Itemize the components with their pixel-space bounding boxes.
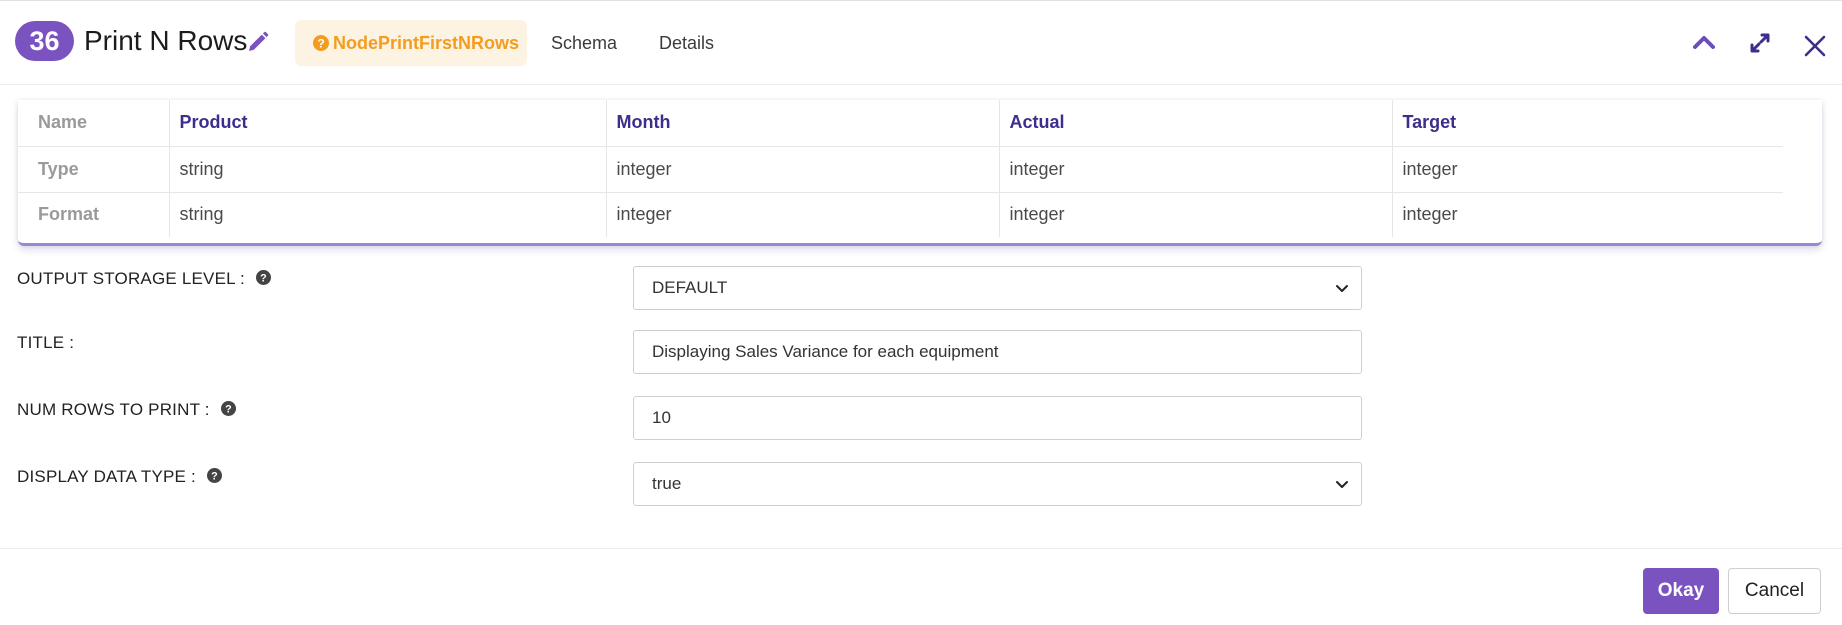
column-format-product: string (168, 192, 606, 237)
question-circle-icon: ? (313, 35, 329, 51)
row-label-type: Type (18, 146, 169, 193)
cancel-button[interactable]: Cancel (1728, 568, 1821, 614)
node-number-badge: 36 (15, 21, 74, 61)
tab-details[interactable]: Details (659, 20, 714, 66)
column-type-product: string (168, 146, 606, 193)
pencil-icon[interactable] (246, 30, 270, 54)
help-icon[interactable]: ? (220, 401, 236, 416)
chevron-down-icon (1336, 285, 1348, 292)
column-name-month: Month (605, 100, 999, 147)
title-input-value: Displaying Sales Variance for each equip… (652, 342, 999, 361)
svg-text:?: ? (317, 37, 324, 51)
output-storage-level-label: OUTPUT STORAGE LEVEL : ? (17, 269, 271, 289)
column-name-target: Target (1391, 100, 1783, 147)
chevron-down-icon (1336, 481, 1348, 488)
help-icon[interactable]: ? (255, 270, 271, 285)
schema-row-type: Type string integer integer integer (18, 146, 1783, 193)
title-input[interactable]: Displaying Sales Variance for each equip… (633, 330, 1362, 374)
column-type-target: integer (1391, 146, 1783, 193)
close-icon[interactable] (1801, 32, 1829, 60)
tab-node-type-label: NodePrintFirstNRows (333, 33, 520, 53)
schema-row-name: Name Product Month Actual Target (18, 100, 1783, 147)
column-format-actual: integer (998, 192, 1392, 237)
display-data-type-label-text: DISPLAY DATA TYPE : (17, 467, 196, 486)
num-rows-label: NUM ROWS TO PRINT : ? (17, 400, 236, 420)
output-storage-level-value: DEFAULT (652, 278, 728, 297)
schema-table: Name Product Month Actual Target Type st… (18, 100, 1783, 237)
svg-text:?: ? (260, 273, 267, 285)
chevron-up-icon[interactable] (1690, 29, 1718, 57)
node-title: Print N Rows (84, 25, 248, 56)
row-label-format: Format (38, 204, 100, 225)
num-rows-input[interactable]: 10 (633, 396, 1362, 440)
tab-schema[interactable]: Schema (551, 20, 617, 66)
display-data-type-select[interactable]: true (633, 462, 1362, 506)
column-format-month: integer (605, 192, 999, 237)
column-format-target: integer (1391, 192, 1783, 237)
title-label-text: TITLE : (17, 333, 75, 352)
schema-row-format: Format string integer integer integer (18, 192, 1783, 237)
title-label: TITLE : (17, 333, 74, 353)
display-data-type-value: true (652, 474, 682, 493)
output-storage-level-select[interactable]: DEFAULT (633, 266, 1362, 310)
column-type-month: integer (605, 146, 999, 193)
dialog-footer: Okay Cancel (0, 548, 1842, 625)
help-icon[interactable]: ? (206, 468, 222, 483)
okay-button[interactable]: Okay (1643, 568, 1719, 614)
row-label-name: Name (18, 100, 169, 147)
column-name-actual: Actual (998, 100, 1392, 147)
tab-node-type[interactable]: ? NodePrintFirstNRows (295, 20, 527, 66)
svg-text:?: ? (211, 471, 218, 483)
dialog-header: 36 Print N Rows ? NodePrintFirstNRows Sc… (0, 0, 1842, 85)
schema-card: Name Product Month Actual Target Type st… (18, 100, 1822, 246)
output-storage-level-label-text: OUTPUT STORAGE LEVEL : (17, 269, 245, 288)
num-rows-label-text: NUM ROWS TO PRINT : (17, 400, 210, 419)
expand-icon[interactable] (1746, 29, 1774, 57)
num-rows-input-value: 10 (652, 408, 671, 427)
column-type-actual: integer (998, 146, 1392, 193)
display-data-type-label: DISPLAY DATA TYPE : ? (17, 467, 222, 487)
column-name-product: Product (168, 100, 606, 147)
svg-text:?: ? (225, 404, 232, 416)
